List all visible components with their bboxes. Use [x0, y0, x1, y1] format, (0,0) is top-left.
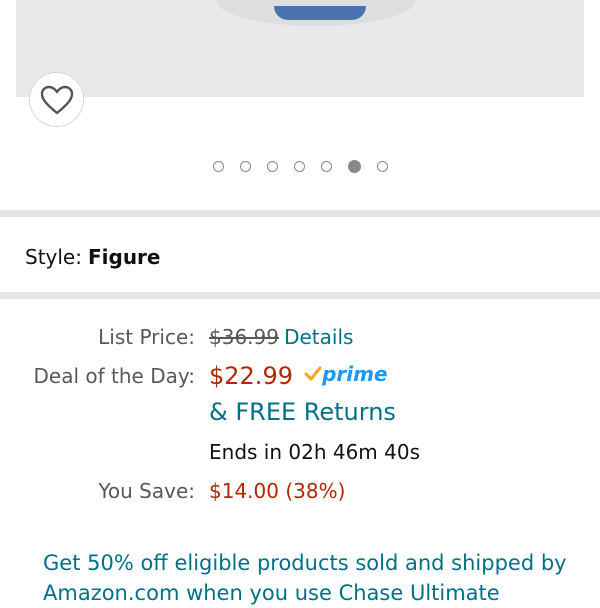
prime-label: prime	[322, 362, 388, 386]
list-price-row: $36.99 Details	[209, 323, 353, 353]
list-price: $36.99	[209, 325, 279, 349]
carousel-dot[interactable]	[347, 160, 361, 173]
deal-price-row: $22.99 prime	[209, 360, 388, 393]
deal-countdown-row: Ends in 02h 46m 40s	[209, 438, 420, 468]
carousel-dot[interactable]	[266, 161, 278, 172]
style-selector[interactable]: Style: Figure	[25, 243, 160, 271]
wishlist-heart-button[interactable]	[30, 73, 83, 126]
promo-link[interactable]: Get 50% off eligible products sold and s…	[43, 548, 573, 608]
product-image[interactable]	[16, 0, 584, 97]
style-value: Figure	[87, 245, 161, 269]
carousel-dot[interactable]	[293, 161, 305, 172]
prime-badge: prime	[304, 360, 388, 388]
deal-price: $22.99	[209, 362, 293, 390]
you-save-label: You Save:	[98, 479, 195, 503]
style-label: Style:	[25, 245, 82, 269]
heart-icon	[40, 85, 73, 114]
section-divider	[0, 292, 600, 299]
deal-countdown: Ends in 02h 46m 40s	[209, 440, 421, 464]
details-link[interactable]: Details	[284, 325, 353, 349]
free-returns-link[interactable]: & FREE Returns	[209, 398, 396, 426]
carousel-dot[interactable]	[212, 161, 224, 172]
list-price-label: List Price:	[98, 325, 195, 349]
deal-label: Deal of the Day:	[33, 364, 195, 388]
you-save-amount: $14.00 (38%)	[209, 479, 346, 503]
carousel-dot[interactable]	[239, 161, 251, 172]
prime-check-icon	[304, 366, 322, 381]
section-divider	[0, 210, 600, 217]
image-carousel-dots	[0, 159, 600, 175]
product-image-band	[274, 6, 366, 20]
carousel-dot[interactable]	[376, 161, 388, 172]
carousel-dot[interactable]	[320, 161, 332, 172]
free-returns-row: & FREE Returns	[209, 398, 396, 429]
you-save-row: $14.00 (38%)	[209, 477, 345, 507]
